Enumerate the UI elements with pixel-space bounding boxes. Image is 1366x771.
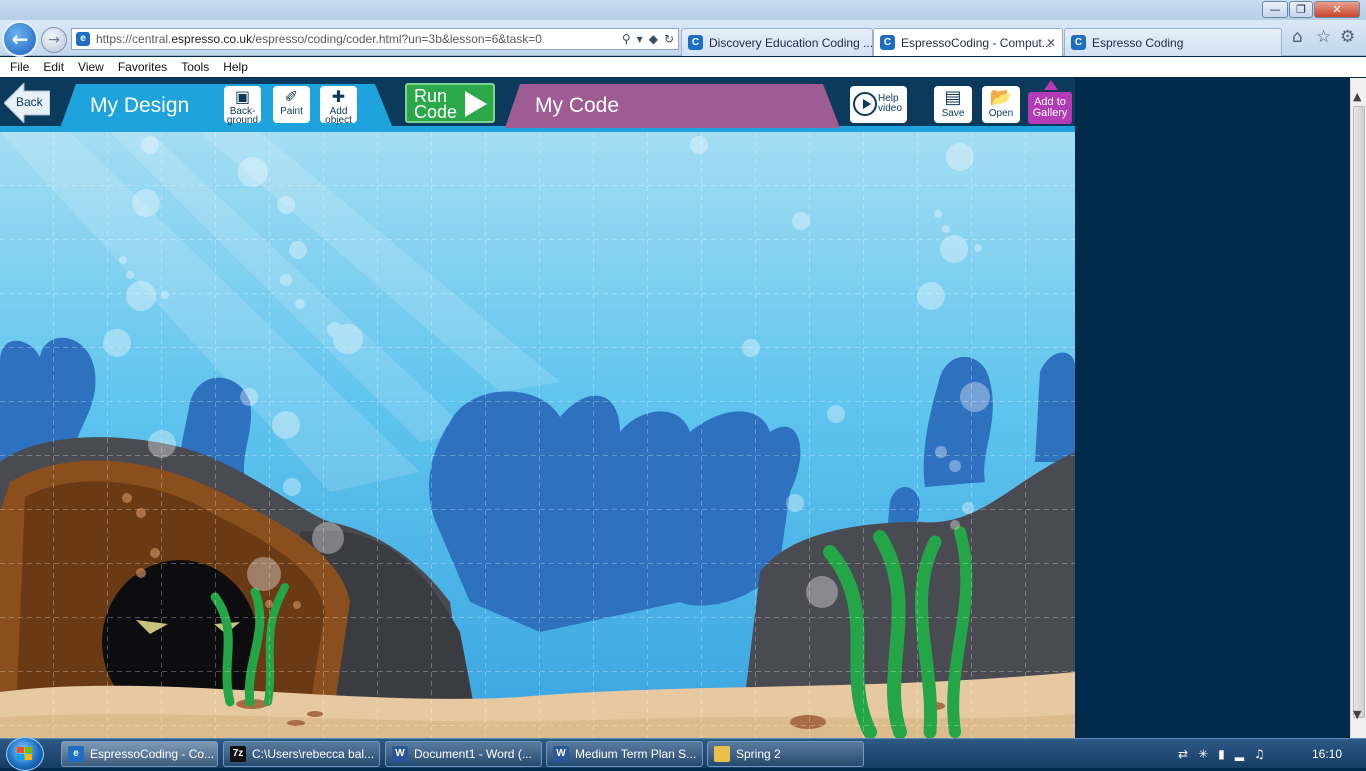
scroll-down-arrow-icon[interactable]: ▼: [1353, 708, 1361, 721]
tab-espresso-coding[interactable]: C Espresso Coding: [1064, 28, 1282, 56]
menu-favorites[interactable]: Favorites: [118, 60, 167, 74]
site-favicon-icon: e: [76, 32, 90, 46]
refresh-icon[interactable]: ↻: [664, 32, 674, 46]
settings-gear-icon[interactable]: ⚙: [1340, 27, 1355, 47]
taskbar: e EspressoCoding - Co... 7z C:\Users\reb…: [0, 737, 1366, 771]
menu-view[interactable]: View: [78, 60, 104, 74]
taskbar-item-word-document1[interactable]: W Document1 - Word (...: [385, 741, 542, 767]
volume-icon[interactable]: ♫: [1254, 747, 1265, 761]
tab-label: EspressoCoding - Comput...: [901, 35, 1052, 50]
taskbar-item-medium-term-plan[interactable]: W Medium Term Plan S...: [546, 741, 703, 767]
browser-back-button[interactable]: ←: [2, 21, 38, 57]
add-object-label-2: object: [325, 115, 352, 126]
menu-file[interactable]: File: [10, 60, 29, 74]
folder-icon: 📂: [989, 87, 1013, 108]
dropdown-icon[interactable]: ▾: [637, 32, 643, 46]
paintbrush-icon: ✐: [284, 87, 299, 106]
help-video-button[interactable]: Help video: [850, 86, 907, 123]
task-label: Document1 - Word (...: [414, 747, 532, 761]
tab-favicon-icon: C: [880, 35, 895, 50]
tab-label: Espresso Coding: [1092, 35, 1184, 50]
back-label: Back: [16, 95, 43, 109]
menu-help[interactable]: Help: [223, 60, 248, 74]
window-title-bar: — ❐ ✕: [0, 0, 1366, 20]
gallery-label-2: Gallery: [1032, 107, 1068, 119]
bluetooth-icon[interactable]: ✳: [1198, 747, 1208, 761]
paint-button[interactable]: ✐ Paint: [273, 86, 310, 123]
address-bar[interactable]: e https://central.espresso.co.uk/espress…: [71, 28, 679, 50]
vertical-scrollbar[interactable]: ▲ ▼: [1350, 78, 1366, 738]
minimize-button[interactable]: —: [1262, 1, 1288, 18]
open-button[interactable]: 📂 Open: [982, 86, 1020, 123]
plus-icon: ✚: [331, 87, 346, 106]
ie-icon: e: [68, 746, 84, 762]
home-icon[interactable]: ⌂: [1292, 27, 1303, 47]
menu-edit[interactable]: Edit: [43, 60, 64, 74]
back-arrow-icon: ←: [11, 27, 29, 51]
tab-espressocoding[interactable]: C EspressoCoding - Comput... ✕: [873, 28, 1063, 56]
clock[interactable]: 16:10: [1312, 747, 1342, 761]
open-label: Open: [988, 108, 1014, 119]
background-label-2: ground: [226, 115, 259, 126]
underwater-scene: [0, 132, 1075, 738]
system-tray: ⇄ ✳ ▮ ▂ ♫: [1178, 739, 1275, 769]
taskbar-item-spring-2[interactable]: Spring 2: [707, 741, 864, 767]
add-object-button[interactable]: ✚ Add object: [320, 86, 357, 126]
scroll-thumb[interactable]: [1353, 106, 1365, 718]
signal-icon[interactable]: ▂: [1235, 747, 1244, 761]
word-icon: W: [392, 746, 408, 762]
close-button[interactable]: ✕: [1314, 1, 1360, 18]
tab-close-icon[interactable]: ✕: [1046, 36, 1056, 50]
taskbar-item-7zip[interactable]: 7z C:\Users\rebecca bal...: [223, 741, 380, 767]
tab-label: Discovery Education Coding ...: [709, 35, 873, 50]
search-icon[interactable]: ⚲: [622, 32, 631, 46]
background-button[interactable]: ▣ Back- ground: [224, 86, 261, 126]
run-label-2: Code: [414, 102, 458, 122]
code-tab-label: My Code: [535, 94, 620, 117]
design-canvas[interactable]: [0, 132, 1075, 738]
start-button[interactable]: [6, 737, 44, 771]
url-text[interactable]: https://central.espresso.co.uk/espresso/…: [96, 32, 616, 46]
7zip-icon: 7z: [230, 746, 246, 762]
favorites-star-icon[interactable]: ☆: [1316, 27, 1331, 47]
upload-arrow-icon: [1044, 80, 1058, 90]
task-label: Spring 2: [736, 747, 781, 761]
lock-icon[interactable]: ◆: [649, 32, 658, 46]
tab-favicon-icon: C: [1071, 35, 1086, 50]
tab-my-code[interactable]: My Code: [505, 84, 840, 128]
battery-icon[interactable]: ▮: [1218, 747, 1225, 761]
play-icon: [465, 91, 487, 117]
side-panel: [1075, 78, 1350, 738]
windows-logo-icon: [17, 747, 32, 760]
save-button[interactable]: ▤ Save: [934, 86, 972, 123]
run-code-button[interactable]: Run Code: [405, 83, 495, 123]
help-label-2: video: [878, 103, 902, 114]
forward-arrow-icon: →: [48, 32, 60, 48]
picture-icon: ▣: [234, 87, 251, 106]
scroll-up-arrow-icon[interactable]: ▲: [1353, 90, 1361, 103]
taskbar-item-espressocoding[interactable]: e EspressoCoding - Co...: [61, 741, 218, 767]
add-to-gallery-button[interactable]: Add to Gallery: [1028, 80, 1072, 124]
menu-bar: File Edit View Favorites Tools Help: [0, 57, 1366, 77]
tab-discovery-education[interactable]: C Discovery Education Coding ...: [681, 28, 873, 56]
folder-icon: [714, 746, 730, 762]
play-circle-icon: [853, 92, 877, 116]
floppy-disk-icon: ▤: [944, 87, 962, 108]
paint-label: Paint: [280, 106, 303, 117]
menu-tools[interactable]: Tools: [181, 60, 209, 74]
browser-navigation-bar: ← → e https://central.espresso.co.uk/esp…: [0, 20, 1366, 57]
task-label: EspressoCoding - Co...: [90, 747, 215, 761]
design-tab-label: My Design: [90, 94, 190, 117]
task-label: C:\Users\rebecca bal...: [252, 747, 375, 761]
task-label: Medium Term Plan S...: [575, 747, 697, 761]
restore-button[interactable]: ❐: [1289, 1, 1313, 18]
word-icon: W: [553, 746, 569, 762]
app-back-button[interactable]: Back: [4, 83, 50, 123]
browser-forward-button[interactable]: →: [41, 27, 67, 53]
network-sync-icon[interactable]: ⇄: [1178, 747, 1188, 761]
tab-favicon-icon: C: [688, 35, 703, 50]
save-label: Save: [941, 108, 965, 119]
